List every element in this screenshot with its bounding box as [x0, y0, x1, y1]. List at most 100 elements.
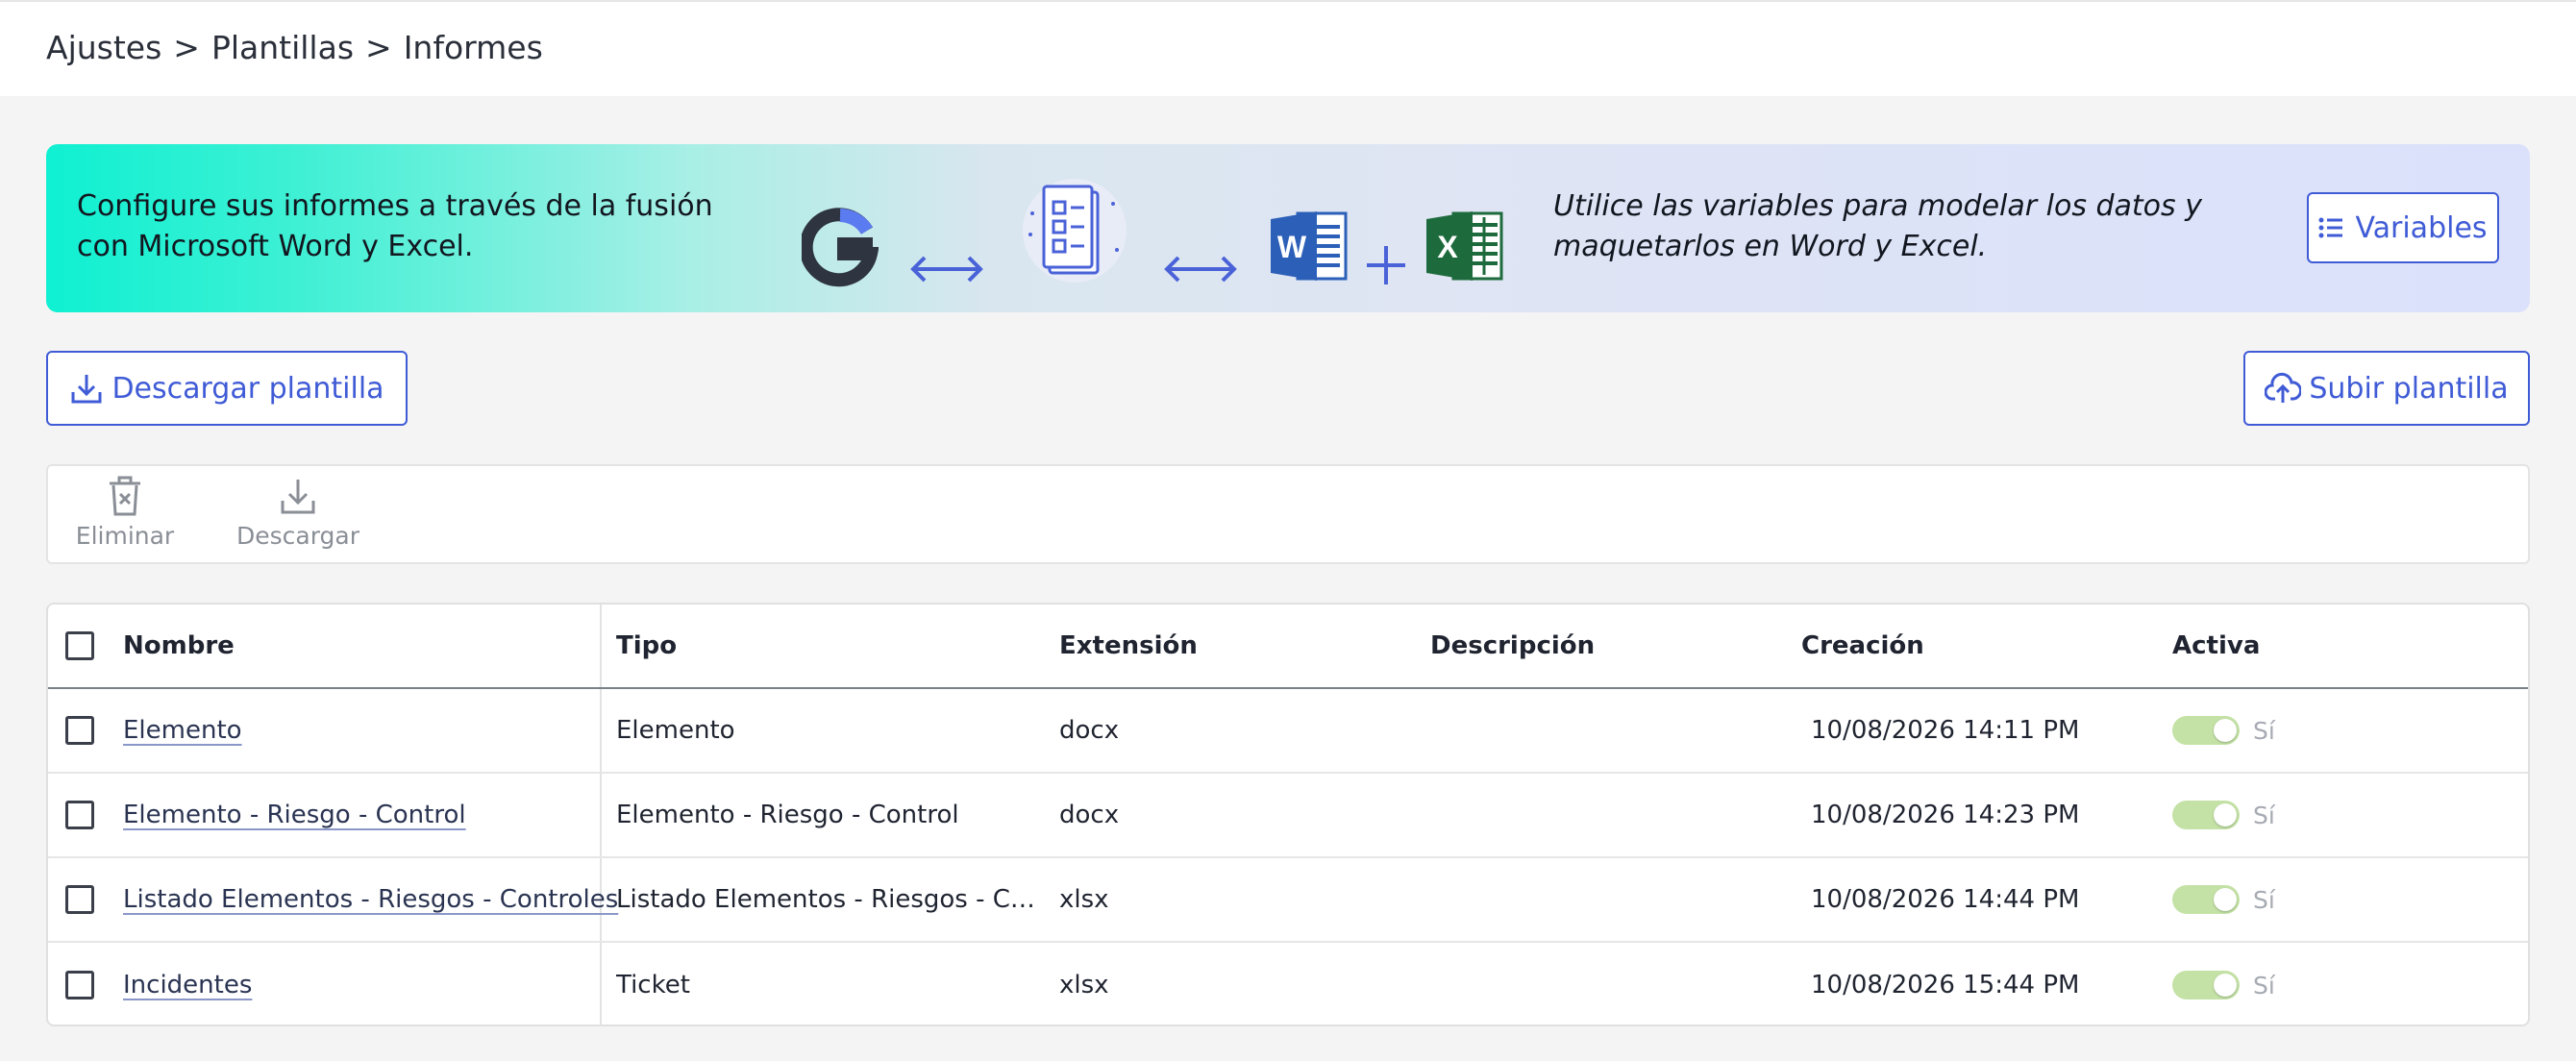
created-cell: 10/08/2026 15:44 PM	[1801, 943, 2167, 1024]
download-icon	[71, 375, 102, 404]
breadcrumb-separator: >	[173, 29, 200, 66]
variables-button-label: Variables	[2355, 210, 2488, 245]
cloud-upload-icon	[2265, 372, 2302, 403]
extension-cell: docx	[1059, 801, 1120, 829]
download-template-label: Descargar plantilla	[111, 371, 384, 406]
created-cell: 10/08/2026 14:11 PM	[1801, 689, 2167, 772]
description-cell	[1430, 943, 1796, 1024]
column-header-active[interactable]: Activa	[2172, 605, 2518, 687]
list-icon	[2318, 217, 2343, 238]
description-cell	[1430, 689, 1796, 772]
created-text: 10/08/2026 15:44 PM	[1811, 971, 2080, 999]
template-name-link[interactable]: Incidentes	[123, 971, 252, 999]
active-toggle[interactable]	[2172, 716, 2240, 745]
trash-icon	[110, 476, 140, 516]
info-banner: Configure sus informes a través de la fu…	[46, 144, 2530, 312]
checklist-document-icon	[1023, 179, 1127, 283]
extension-cell: docx	[1059, 716, 1120, 745]
plus-icon	[1367, 246, 1405, 284]
active-cell: Sí	[2172, 943, 2518, 1024]
column-header-created[interactable]: Creación	[1801, 605, 2167, 687]
svg-text:W: W	[1277, 230, 1307, 264]
table-toolbar: Eliminar Descargar	[46, 464, 2530, 564]
template-name-link[interactable]: Listado Elementos - Riesgos - Controles	[123, 885, 618, 914]
created-cell: 10/08/2026 14:23 PM	[1801, 774, 2167, 856]
svg-text:X: X	[1437, 230, 1458, 264]
extension-cell: xlsx	[1059, 885, 1109, 914]
type-text: Ticket	[616, 971, 690, 999]
delete-action-label: Eliminar	[75, 522, 175, 550]
active-label: Sí	[2253, 716, 2275, 745]
banner-text: Configure sus informes a través de la fu…	[77, 189, 713, 263]
templates-table: Nombre Tipo Extensión Descripción Creaci…	[46, 603, 2530, 1026]
breadcrumb-item-ajustes[interactable]: Ajustes	[46, 29, 161, 66]
name-cell: Elemento - Riesgo - Control	[123, 774, 632, 856]
column-header-description[interactable]: Descripción	[1430, 605, 1796, 687]
active-cell: Sí	[2172, 858, 2518, 941]
logo-g-icon	[802, 208, 879, 287]
description-cell	[1430, 774, 1796, 856]
table-row: Listado Elementos - Riesgos - Controles …	[48, 858, 2528, 943]
active-toggle[interactable]	[2172, 885, 2240, 914]
download-icon	[281, 480, 315, 514]
word-icon: W	[1271, 211, 1348, 281]
table-header-row: Nombre Tipo Extensión Descripción Creaci…	[48, 605, 2528, 689]
breadcrumb-item-informes: Informes	[403, 29, 543, 66]
type-text: Listado Elementos - Riesgos - Con...	[616, 885, 1039, 914]
row-checkbox[interactable]	[65, 885, 94, 914]
row-checkbox[interactable]	[65, 971, 94, 999]
column-header-name[interactable]: Nombre	[123, 605, 632, 687]
row-checkbox-cell	[65, 858, 104, 941]
select-all-cell	[65, 605, 104, 687]
template-name-link[interactable]: Elemento	[123, 716, 242, 745]
download-template-button[interactable]: Descargar plantilla	[46, 351, 408, 426]
active-toggle[interactable]	[2172, 801, 2240, 829]
breadcrumb: Ajustes > Plantillas > Informes	[46, 29, 555, 66]
name-cell: Listado Elementos - Riesgos - Controles	[123, 858, 632, 941]
download-action-label: Descargar	[235, 522, 360, 550]
active-label: Sí	[2253, 801, 2275, 829]
active-cell: Sí	[2172, 774, 2518, 856]
template-name-link[interactable]: Elemento - Riesgo - Control	[123, 801, 466, 829]
type-cell: Ticket	[616, 943, 1058, 1024]
active-label: Sí	[2253, 971, 2275, 999]
breadcrumb-item-plantillas[interactable]: Plantillas	[211, 29, 354, 66]
table-row: Elemento - Riesgo - Control Elemento - R…	[48, 774, 2528, 858]
row-checkbox[interactable]	[65, 716, 94, 745]
active-cell: Sí	[2172, 689, 2518, 772]
top-bar: Ajustes > Plantillas > Informes	[0, 0, 2576, 96]
table-row: Incidentes Ticket xlsx 10/08/2026 15:44 …	[48, 943, 2528, 1024]
active-label: Sí	[2253, 885, 2275, 914]
row-checkbox-cell	[65, 943, 104, 1024]
created-text: 10/08/2026 14:11 PM	[1811, 716, 2080, 745]
upload-template-button[interactable]: Subir plantilla	[2243, 351, 2530, 426]
row-checkbox-cell	[65, 774, 104, 856]
name-cell: Incidentes	[123, 943, 632, 1024]
created-text: 10/08/2026 14:23 PM	[1811, 801, 2080, 829]
variables-button[interactable]: Variables	[2307, 192, 2499, 263]
banner-hint: Utilice las variables para modelar los d…	[1553, 189, 2202, 263]
description-cell	[1430, 858, 1796, 941]
type-text: Elemento	[616, 716, 735, 745]
extension-cell: xlsx	[1059, 971, 1109, 999]
name-cell: Elemento	[123, 689, 632, 772]
row-checkbox[interactable]	[65, 801, 94, 829]
active-toggle[interactable]	[2172, 971, 2240, 999]
column-header-type[interactable]: Tipo	[616, 605, 1058, 687]
created-text: 10/08/2026 14:44 PM	[1811, 885, 2080, 914]
double-arrow-icon	[1164, 256, 1237, 283]
type-text: Elemento - Riesgo - Control	[616, 801, 959, 829]
type-cell: Elemento - Riesgo - Control	[616, 774, 1058, 856]
breadcrumb-separator: >	[365, 29, 392, 66]
type-cell: Elemento	[616, 689, 1058, 772]
download-action[interactable]: Descargar	[233, 476, 363, 550]
upload-template-label: Subir plantilla	[2309, 371, 2509, 406]
created-cell: 10/08/2026 14:44 PM	[1801, 858, 2167, 941]
select-all-checkbox[interactable]	[65, 631, 94, 660]
row-checkbox-cell	[65, 689, 104, 772]
delete-action[interactable]: Eliminar	[75, 476, 175, 550]
table-row: Elemento Elemento docx 10/08/2026 14:11 …	[48, 689, 2528, 774]
column-header-extension[interactable]: Extensión	[1059, 605, 1424, 687]
double-arrow-icon	[910, 256, 983, 283]
type-cell: Listado Elementos - Riesgos - Con...	[616, 858, 1058, 941]
